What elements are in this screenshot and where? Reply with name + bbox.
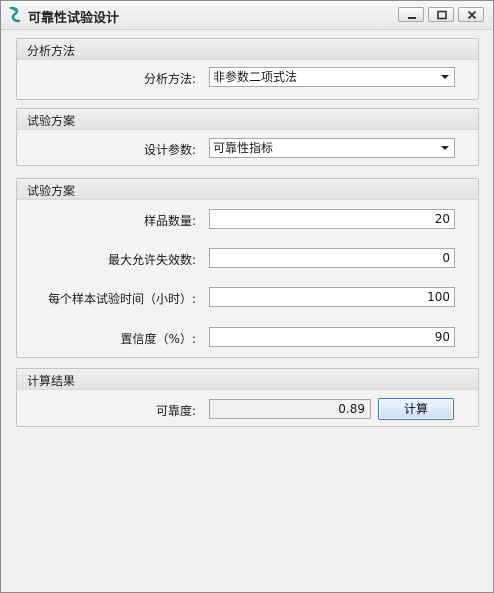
reliability-output: 0.89: [209, 399, 371, 419]
max-failures-input[interactable]: 0: [209, 248, 455, 268]
test-time-label: 每个样本试验时间（小时）:: [47, 292, 196, 306]
app-window: 可靠性试验设计 分析方法 分析方法: 非参数二项式法 试验方案 设计参数: 可靠…: [0, 0, 494, 593]
close-button[interactable]: [458, 7, 484, 22]
result-group: 计算结果 可靠度: 0.89 计算: [16, 368, 479, 427]
close-icon: [467, 10, 477, 20]
confidence-label: 置信度（%）:: [120, 332, 196, 346]
sample-count-label: 样品数量:: [143, 214, 196, 228]
sample-count-input[interactable]: 20: [209, 209, 455, 229]
group-title: 分析方法: [27, 44, 76, 58]
confidence-input[interactable]: 90: [209, 327, 455, 347]
group-header: 计算结果: [17, 369, 478, 390]
group-title: 计算结果: [27, 374, 76, 388]
max-failures-label: 最大允许失效数:: [107, 253, 196, 267]
test-time-input[interactable]: 100: [209, 287, 455, 307]
dropdown-arrow-icon[interactable]: [441, 146, 449, 150]
analysis-method-value: 非参数二项式法: [213, 70, 298, 84]
group-title: 试验方案: [27, 114, 76, 128]
maximize-button[interactable]: [428, 7, 454, 22]
design-param-select[interactable]: 可靠性指标: [209, 138, 455, 158]
dropdown-arrow-icon[interactable]: [441, 75, 449, 79]
analysis-method-select[interactable]: 非参数二项式法: [209, 67, 455, 87]
analysis-method-label: 分析方法:: [143, 72, 196, 86]
title-bar[interactable]: 可靠性试验设计: [1, 1, 493, 30]
design-param-group: 试验方案 设计参数: 可靠性指标: [16, 108, 479, 166]
minimize-icon: [408, 17, 416, 19]
window-title: 可靠性试验设计: [28, 11, 120, 26]
group-header: 试验方案: [17, 179, 478, 200]
design-param-label: 设计参数:: [143, 143, 196, 157]
calculate-button[interactable]: 计算: [378, 398, 454, 420]
group-header: 分析方法: [17, 39, 478, 60]
minimize-button[interactable]: [398, 7, 424, 22]
design-param-value: 可靠性指标: [213, 141, 274, 155]
group-title: 试验方案: [27, 184, 76, 198]
maximize-icon: [437, 10, 447, 20]
group-header: 试验方案: [17, 109, 478, 130]
analysis-method-group: 分析方法 分析方法: 非参数二项式法: [16, 38, 479, 100]
reliability-label: 可靠度:: [155, 404, 196, 418]
test-plan-group: 试验方案 样品数量: 20 最大允许失效数: 0 每个样本试验时间（小时）: 1…: [16, 178, 479, 358]
app-logo-icon: [9, 6, 21, 23]
